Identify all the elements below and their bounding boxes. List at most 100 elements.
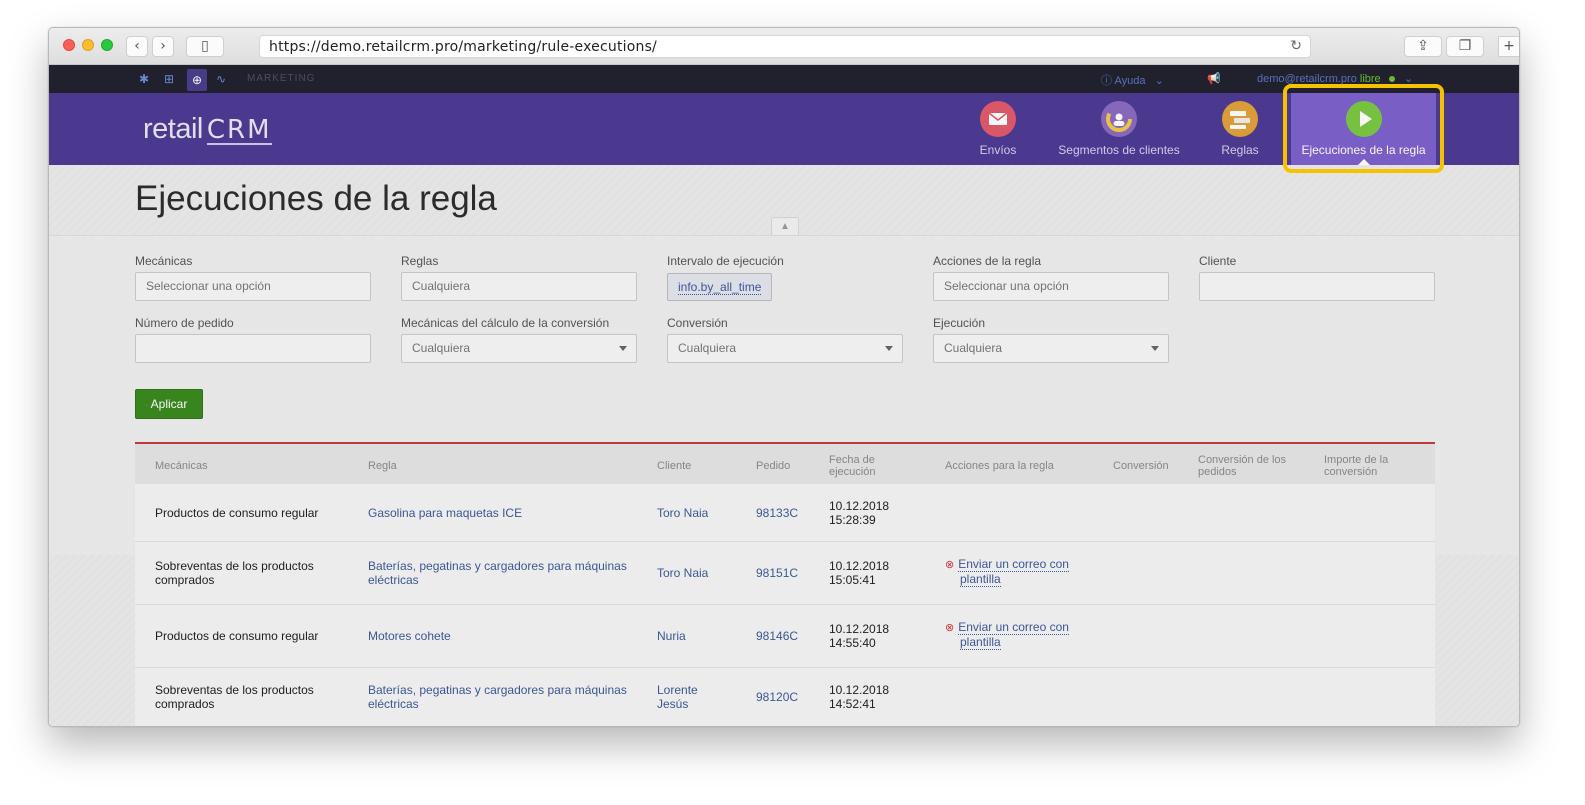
nav-envios[interactable]: Envíos bbox=[965, 93, 1031, 165]
fecha-date: 10.12.2018 bbox=[829, 683, 890, 697]
settings-icon[interactable]: ✱ bbox=[139, 71, 149, 87]
cell-regla-link[interactable]: Motores cohete bbox=[368, 629, 451, 643]
mecanicas-select[interactable]: Seleccionar una opción bbox=[135, 272, 371, 301]
cell-pedido-link[interactable]: 98151C bbox=[756, 566, 798, 580]
select-value: Cualquiera bbox=[944, 341, 1003, 355]
line: comprados bbox=[155, 697, 215, 711]
cell-cliente-link[interactable]: Toro Naia bbox=[657, 566, 708, 580]
select-value: Cualquiera bbox=[412, 341, 471, 355]
error-icon: ⊗ bbox=[945, 559, 955, 571]
cell-cliente-link[interactable]: Nuria bbox=[657, 629, 686, 643]
chevron-down-icon bbox=[1151, 346, 1159, 351]
cart-icon[interactable]: ⊞ bbox=[164, 71, 174, 87]
table-row: Productos de consumo regular Motores coh… bbox=[135, 605, 1435, 668]
new-tab-icon[interactable]: + bbox=[1498, 36, 1519, 57]
address-bar[interactable]: https://demo.retailcrm.pro/marketing/rul… bbox=[259, 35, 1311, 58]
col-acciones[interactable]: Acciones para la regla bbox=[945, 460, 1054, 472]
header-line: Importe de la bbox=[1324, 454, 1389, 466]
forward-icon[interactable]: › bbox=[152, 36, 174, 57]
fecha-date: 10.12.2018 bbox=[829, 499, 890, 513]
zoom-window-button[interactable] bbox=[101, 39, 113, 51]
filter-label-mecanicas-calculo: Mecánicas del cálculo de la conversión bbox=[401, 316, 610, 330]
header-line: pedidos bbox=[1198, 466, 1237, 478]
marketing-icon[interactable]: ⊕ bbox=[187, 69, 207, 91]
share-icon[interactable]: ⇪ bbox=[1404, 36, 1442, 57]
rules-icon bbox=[1222, 101, 1258, 137]
cell-fecha: 10.12.2018 14:55:40 bbox=[829, 622, 889, 650]
mecanicas-calculo-select[interactable]: Cualquiera bbox=[401, 334, 637, 363]
logo-text: retail bbox=[143, 113, 203, 145]
announcements-icon[interactable]: 📢 bbox=[1207, 72, 1221, 85]
table-row: Sobreventas de los productos comprados B… bbox=[135, 668, 1435, 726]
analytics-icon[interactable]: ∿ bbox=[216, 71, 226, 87]
collapse-filters-button[interactable]: ▲ bbox=[771, 217, 799, 235]
cell-cliente-link[interactable]: Lorente Jesús bbox=[657, 683, 698, 711]
retailcrm-logo[interactable]: retail CRM bbox=[143, 113, 272, 146]
numero-pedido-input[interactable] bbox=[135, 334, 371, 363]
cell-regla-link[interactable]: Gasolina para maquetas ICE bbox=[368, 506, 522, 520]
cell-mecanica: Productos de consumo regular bbox=[155, 629, 319, 643]
col-regla[interactable]: Regla bbox=[368, 460, 397, 472]
apply-button[interactable]: Aplicar bbox=[135, 389, 203, 419]
col-conversion-pedidos[interactable]: Conversión de los pedidos bbox=[1198, 454, 1286, 478]
minimize-window-button[interactable] bbox=[82, 39, 94, 51]
line: Lorente bbox=[657, 683, 698, 697]
header-line: Fecha de bbox=[829, 454, 875, 466]
help-menu[interactable]: ⓘ Ayuda ⌄ bbox=[1101, 72, 1164, 88]
chevron-down-icon bbox=[885, 346, 893, 351]
cell-pedido-link[interactable]: 98120C bbox=[756, 690, 798, 704]
filter-label-acciones: Acciones de la regla bbox=[933, 254, 1042, 268]
col-cliente[interactable]: Cliente bbox=[657, 460, 691, 472]
cell-cliente-link[interactable]: Toro Naia bbox=[657, 506, 708, 520]
cell-pedido-link[interactable]: 98133C bbox=[756, 506, 798, 520]
sidebar-toggle-icon[interactable]: ▯ bbox=[186, 36, 224, 57]
reload-icon[interactable]: ↻ bbox=[1290, 38, 1302, 54]
help-label: Ayuda bbox=[1114, 75, 1146, 87]
nav-label: Reglas bbox=[1221, 143, 1259, 157]
url-text: https://demo.retailcrm.pro/marketing/rul… bbox=[269, 39, 657, 55]
intervalo-chip[interactable]: info.by_all_time bbox=[667, 273, 773, 301]
fecha-date: 10.12.2018 bbox=[829, 559, 890, 573]
table-header: Mecánicas Regla Cliente Pedido Fecha de … bbox=[135, 442, 1435, 484]
line: comprados bbox=[155, 573, 215, 587]
tabs-icon[interactable]: ❐ bbox=[1446, 36, 1484, 57]
help-icon: ⓘ bbox=[1101, 75, 1112, 87]
cell-pedido-link[interactable]: 98146C bbox=[756, 629, 798, 643]
cell-mecanica: Productos de consumo regular bbox=[155, 506, 319, 520]
nav-segmentos[interactable]: Segmentos de clientes bbox=[1055, 93, 1183, 165]
col-mecanicas[interactable]: Mecánicas bbox=[155, 460, 208, 472]
reglas-select[interactable]: Cualquiera bbox=[401, 272, 637, 301]
cell-accion[interactable]: ⊗ Enviar un correo con plantilla bbox=[945, 557, 1069, 587]
line: Jesús bbox=[657, 697, 689, 711]
acciones-select[interactable]: Seleccionar una opción bbox=[933, 272, 1169, 301]
fecha-time: 14:52:41 bbox=[829, 697, 876, 711]
col-pedido[interactable]: Pedido bbox=[756, 460, 790, 472]
nav-label: Segmentos de clientes bbox=[1058, 143, 1180, 157]
filter-label-cliente: Cliente bbox=[1199, 254, 1237, 268]
col-importe[interactable]: Importe de la conversión bbox=[1324, 454, 1388, 478]
ejecucion-select[interactable]: Cualquiera bbox=[933, 334, 1169, 363]
col-fecha[interactable]: Fecha de ejecución bbox=[829, 454, 875, 478]
section-label: MARKETING bbox=[247, 73, 316, 84]
cell-regla-link[interactable]: Baterías, pegatinas y cargadores para má… bbox=[368, 559, 627, 587]
line: Enviar un correo con bbox=[958, 620, 1069, 635]
col-conversion[interactable]: Conversión bbox=[1113, 460, 1169, 472]
browser-window: ‹ › ▯ https://demo.retailcrm.pro/marketi… bbox=[48, 27, 1520, 727]
line: Sobreventas de los productos bbox=[155, 683, 314, 697]
back-icon[interactable]: ‹ bbox=[126, 36, 148, 57]
page-title: Ejecuciones de la regla bbox=[135, 179, 497, 218]
executions-table: Mecánicas Regla Cliente Pedido Fecha de … bbox=[135, 442, 1435, 726]
table-row: Sobreventas de los productos comprados B… bbox=[135, 542, 1435, 605]
fecha-date: 10.12.2018 bbox=[829, 622, 890, 636]
filter-label-intervalo: Intervalo de ejecución bbox=[667, 254, 784, 268]
close-window-button[interactable] bbox=[63, 39, 75, 51]
online-status-dot bbox=[1388, 76, 1395, 83]
mail-icon bbox=[980, 101, 1016, 137]
cell-accion[interactable]: ⊗ Enviar un correo con plantilla bbox=[945, 620, 1069, 650]
error-icon: ⊗ bbox=[945, 622, 955, 634]
nav-reglas[interactable]: Reglas bbox=[1209, 93, 1271, 165]
conversion-select[interactable]: Cualquiera bbox=[667, 334, 903, 363]
app-viewport: ✱ ⊞ ⊕ ∿ MARKETING ⓘ Ayuda ⌄ 📢 demo@retai… bbox=[49, 65, 1519, 726]
cliente-input[interactable] bbox=[1199, 272, 1435, 301]
cell-regla-link[interactable]: Baterías, pegatinas y cargadores para má… bbox=[368, 683, 627, 711]
